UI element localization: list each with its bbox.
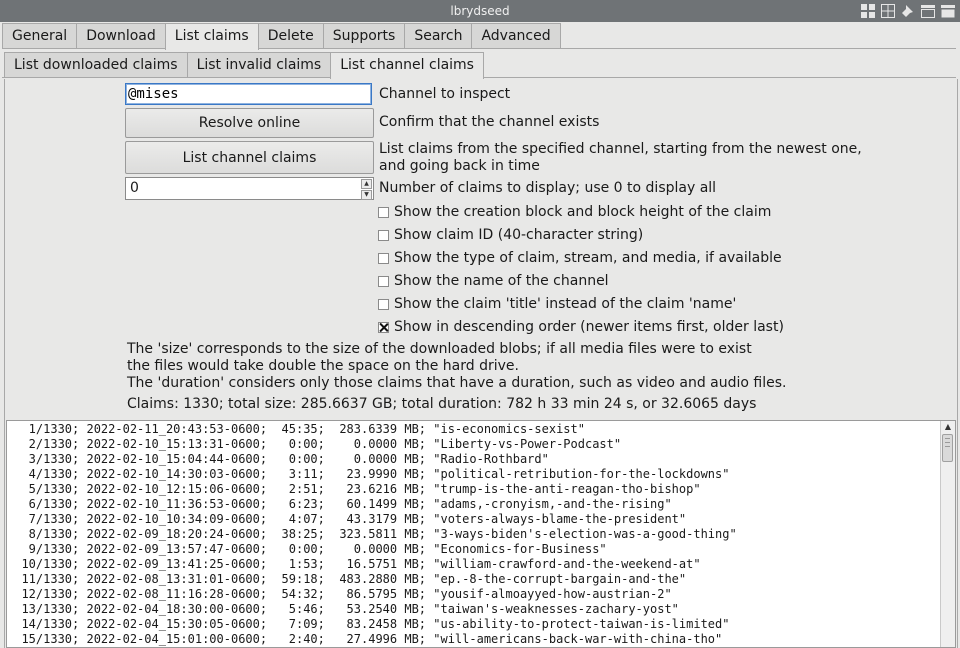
- sub-tabbar: List downloaded claims List invalid clai…: [4, 52, 484, 79]
- checkbox-box[interactable]: [378, 298, 389, 310]
- output-line: 7/1330; 2022-02-10_10:34:09-0600; 4:07; …: [7, 512, 687, 526]
- checkbox-label: Show the name of the channel: [394, 273, 609, 289]
- main-tab-divider: [2, 48, 956, 49]
- output-line: 8/1330; 2022-02-09_18:20:24-0600; 38:25;…: [7, 527, 737, 541]
- output-textarea[interactable]: 1/1330; 2022-02-11_20:43:53-0600; 45:35;…: [6, 420, 956, 648]
- checkbox-show-channel-name[interactable]: Show the name of the channel: [378, 273, 609, 289]
- checkbox-box-checked[interactable]: [378, 321, 389, 333]
- note-line-3: The 'duration' considers only those clai…: [127, 375, 787, 391]
- checkbox-label: Show in descending order (newer items fi…: [394, 319, 784, 335]
- checkbox-label: Show claim ID (40-character string): [394, 227, 644, 243]
- output-line: 11/1330; 2022-02-08_13:31:01-0600; 59:18…: [7, 572, 687, 586]
- size-note: The 'size' corresponds to the size of th…: [127, 341, 786, 392]
- maximize-icon[interactable]: [920, 2, 936, 20]
- output-line: 6/1330; 2022-02-10_11:36:53-0600; 6:23; …: [7, 497, 672, 511]
- tab-list-invalid-claims[interactable]: List invalid claims: [186, 52, 332, 77]
- output-line: 9/1330; 2022-02-09_13:57:47-0600; 0:00; …: [7, 542, 607, 556]
- window-titlebar: lbrydseed: [0, 0, 960, 22]
- checkbox-label: Show the creation block and block height…: [394, 204, 772, 220]
- output-line: 14/1330; 2022-02-04_15:30:05-0600; 7:09;…: [7, 617, 730, 631]
- checkbox-label: Show the type of claim, stream, and medi…: [394, 250, 782, 266]
- scroll-up-icon[interactable]: ▲: [941, 421, 955, 433]
- tab-list-channel-claims[interactable]: List channel claims: [330, 52, 484, 79]
- spinbox-arrows: ▲ ▼: [361, 179, 372, 200]
- checkbox-box[interactable]: [378, 229, 389, 241]
- output-line: 12/1330; 2022-02-08_11:16:28-0600; 54:32…: [7, 587, 672, 601]
- output-line: 5/1330; 2022-02-10_12:15:06-0600; 2:51; …: [7, 482, 701, 496]
- list-description-line-2: and going back in time: [379, 158, 540, 174]
- vertical-scrollbar[interactable]: ▲: [940, 421, 955, 647]
- tab-list-claims[interactable]: List claims: [164, 23, 259, 50]
- checkbox-box[interactable]: [378, 252, 389, 264]
- number-description: Number of claims to display; use 0 to di…: [379, 180, 717, 196]
- tab-list-downloaded-claims[interactable]: List downloaded claims: [4, 52, 188, 77]
- checkbox-show-type[interactable]: Show the type of claim, stream, and medi…: [378, 250, 782, 266]
- tab-search[interactable]: Search: [404, 23, 473, 48]
- tile-icon[interactable]: [860, 2, 876, 20]
- output-line: 10/1330; 2022-02-09_13:41:25-0600; 1:53;…: [7, 557, 701, 571]
- checkbox-box[interactable]: [378, 206, 389, 218]
- output-line: 15/1330; 2022-02-04_15:01:00-0600; 2:40;…: [7, 632, 723, 646]
- note-line-2: the files would take double the space on…: [127, 358, 519, 374]
- note-line-1: The 'size' corresponds to the size of th…: [127, 341, 752, 357]
- tab-delete[interactable]: Delete: [257, 23, 324, 48]
- checkbox-show-claim-id[interactable]: Show claim ID (40-character string): [378, 227, 643, 243]
- claims-summary: Claims: 1330; total size: 285.6637 GB; t…: [127, 396, 757, 412]
- output-line: 13/1330; 2022-02-04_18:30:00-0600; 5:46;…: [7, 602, 679, 616]
- checkbox-box[interactable]: [378, 275, 389, 287]
- main-tabbar: General Download List claims Delete Supp…: [2, 23, 561, 50]
- resolve-online-button[interactable]: Resolve online: [125, 108, 374, 138]
- tab-download[interactable]: Download: [76, 23, 166, 48]
- channel-input[interactable]: [125, 83, 372, 105]
- tab-advanced[interactable]: Advanced: [471, 23, 561, 48]
- list-description: List claims from the specified channel, …: [379, 141, 862, 175]
- output-line: 3/1330; 2022-02-10_15:04:44-0600; 0:00; …: [7, 452, 549, 466]
- window-title: lbrydseed: [450, 4, 510, 18]
- list-description-line-1: List claims from the specified channel, …: [379, 141, 862, 157]
- output-lines: 1/1330; 2022-02-11_20:43:53-0600; 45:35;…: [7, 422, 737, 647]
- grid-icon[interactable]: [880, 2, 896, 20]
- spin-down-icon[interactable]: ▼: [361, 190, 372, 200]
- close-icon[interactable]: [940, 2, 956, 20]
- claims-number-spinbox[interactable]: 0 ▲ ▼: [125, 177, 374, 200]
- window-controls: [860, 2, 956, 20]
- checkbox-show-creation-block[interactable]: Show the creation block and block height…: [378, 204, 771, 220]
- pin-icon[interactable]: [900, 2, 916, 20]
- checkbox-label: Show the claim 'title' instead of the cl…: [394, 296, 737, 312]
- tab-general[interactable]: General: [2, 23, 78, 48]
- resolve-description: Confirm that the channel exists: [379, 114, 600, 130]
- checkbox-descending-order[interactable]: Show in descending order (newer items fi…: [378, 319, 784, 335]
- tab-supports[interactable]: Supports: [322, 23, 406, 48]
- list-channel-claims-button[interactable]: List channel claims: [125, 141, 374, 174]
- spin-up-icon[interactable]: ▲: [361, 179, 372, 189]
- output-line: 4/1330; 2022-02-10_14:30:03-0600; 3:11; …: [7, 467, 730, 481]
- claims-number-value: 0: [130, 180, 139, 196]
- channel-description: Channel to inspect: [379, 86, 511, 102]
- output-line: 2/1330; 2022-02-10_15:13:31-0600; 0:00; …: [7, 437, 622, 451]
- scroll-thumb[interactable]: [942, 434, 953, 462]
- checkbox-show-title[interactable]: Show the claim 'title' instead of the cl…: [378, 296, 736, 312]
- output-line: 1/1330; 2022-02-11_20:43:53-0600; 45:35;…: [7, 422, 585, 436]
